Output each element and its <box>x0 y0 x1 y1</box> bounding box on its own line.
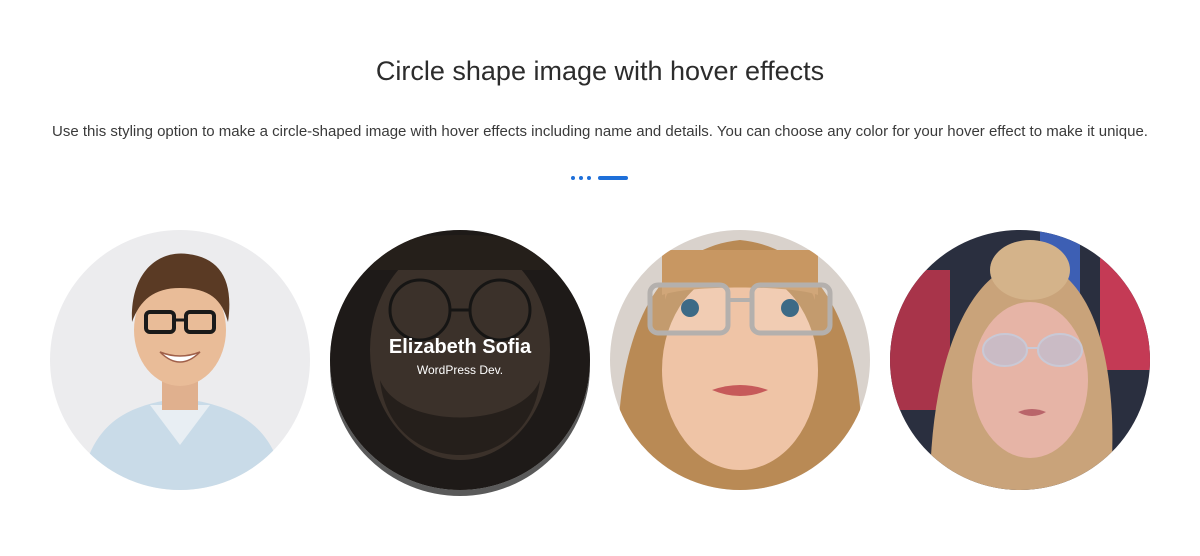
team-card-1[interactable] <box>50 230 310 490</box>
divider-dot <box>587 176 591 180</box>
section-title: Circle shape image with hover effects <box>375 56 825 86</box>
portrait-blonde-woman-glasses-image <box>610 230 870 490</box>
hover-overlay: Elizabeth Sofia WordPress Dev. <box>330 230 590 490</box>
section-description: Use this styling option to make a circle… <box>52 123 1148 140</box>
divider-dot <box>571 176 575 180</box>
team-card-3[interactable] <box>610 230 870 490</box>
divider-bar <box>598 176 628 180</box>
team-section: Circle shape image with hover effects Us… <box>0 0 1200 556</box>
portrait-woman-neon-lights-glasses-image <box>890 230 1150 490</box>
member-role: WordPress Dev. <box>416 363 504 377</box>
team-card-2[interactable]: Elizabeth Sofia WordPress Dev. <box>330 230 590 490</box>
portrait-man-glasses-smiling-image <box>50 230 310 490</box>
team-card-4[interactable] <box>890 230 1150 490</box>
title-divider <box>571 176 628 180</box>
divider-dot <box>579 176 583 180</box>
member-name: Elizabeth Sofia <box>388 336 532 358</box>
